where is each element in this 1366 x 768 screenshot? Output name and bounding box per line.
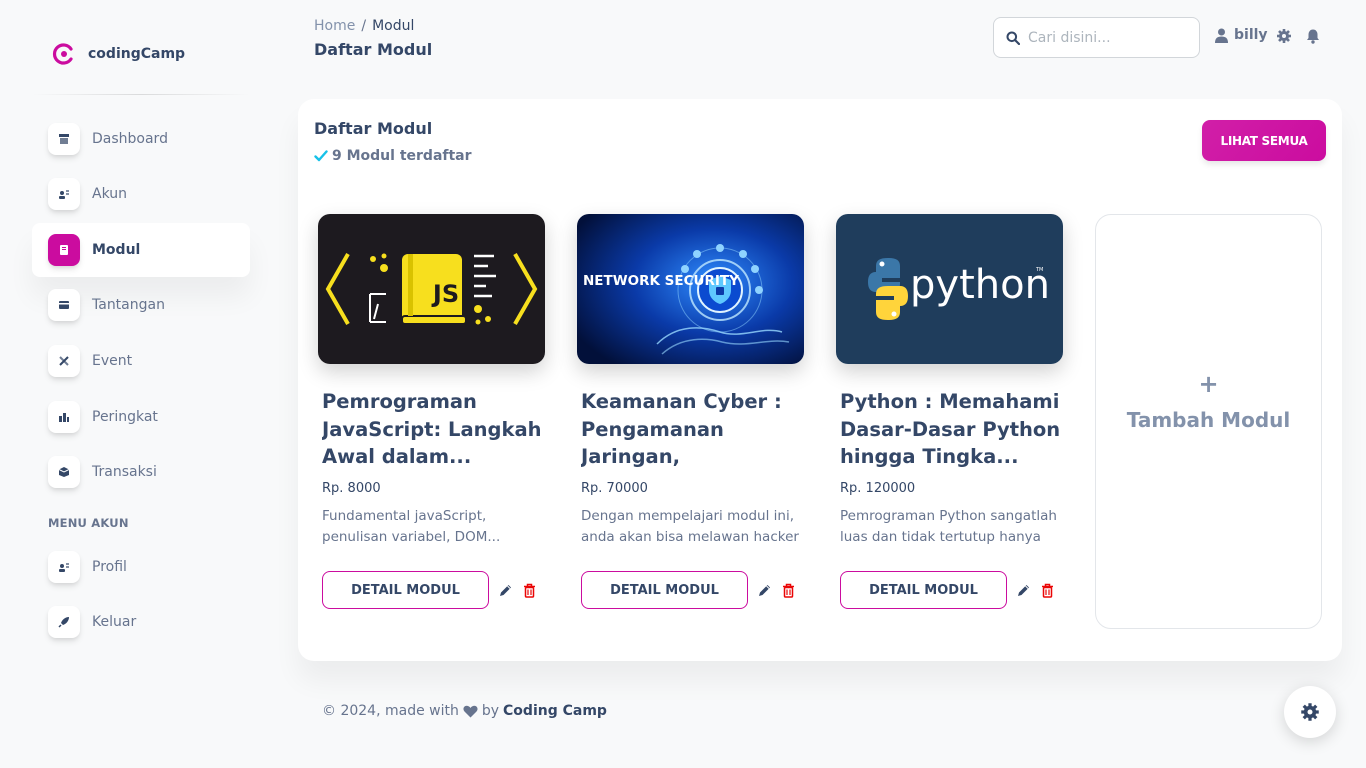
module-count: 9 Modul terdaftar bbox=[314, 148, 472, 164]
module-price: Rp. 70000 bbox=[581, 481, 648, 496]
check-icon bbox=[314, 150, 328, 162]
sidebar-item-tantangan[interactable]: Tantangan bbox=[32, 278, 250, 332]
module-description: Pemrograman Python sangatlah luas dan ti… bbox=[840, 508, 1057, 545]
user-card-icon bbox=[48, 178, 80, 210]
sidebar-item-akun[interactable]: Akun bbox=[32, 167, 250, 221]
gear-icon[interactable] bbox=[1276, 28, 1292, 44]
javascript-book-image: JS bbox=[318, 214, 545, 364]
sidebar-item-label: Modul bbox=[92, 242, 141, 258]
see-all-button[interactable]: LIHAT SEMUA bbox=[1202, 120, 1326, 161]
sidebar-item-label: Event bbox=[92, 353, 133, 369]
sidebar-item-label: Keluar bbox=[92, 614, 137, 630]
brand-logo-icon bbox=[52, 43, 73, 65]
image-python-text: python bbox=[910, 262, 1050, 308]
search-icon bbox=[1006, 31, 1020, 45]
module-actions: DETAIL MODUL bbox=[581, 571, 804, 609]
sidebar-section-heading: MENU AKUN bbox=[48, 516, 129, 530]
sidebar-item-label: Dashboard bbox=[92, 131, 168, 147]
network-security-image: NETWORK SECURITY bbox=[577, 214, 804, 364]
user-icon bbox=[1215, 28, 1228, 43]
detail-module-button[interactable]: DETAIL MODUL bbox=[840, 571, 1007, 609]
sidebar-divider bbox=[32, 94, 250, 95]
shop-icon bbox=[48, 123, 80, 155]
plus-icon: + bbox=[1198, 369, 1219, 398]
trash-icon[interactable] bbox=[781, 583, 796, 598]
username: billy bbox=[1234, 27, 1268, 43]
chart-building-icon bbox=[48, 401, 80, 433]
module-title[interactable]: Python : Memahami Dasar-Dasar Python hin… bbox=[840, 388, 1062, 471]
user-menu[interactable]: billy bbox=[1215, 27, 1268, 43]
sidebar-item-event[interactable]: Event bbox=[32, 334, 250, 388]
module-card: python TM Python : Memahami Dasar-Dasar … bbox=[836, 214, 1063, 609]
image-trademark-text: TM bbox=[1035, 267, 1043, 273]
box-icon bbox=[48, 456, 80, 488]
brand[interactable]: codingCamp bbox=[52, 42, 185, 66]
sidebar-item-dashboard[interactable]: Dashboard bbox=[32, 112, 250, 166]
sidebar-item-profil[interactable]: Profil bbox=[32, 540, 250, 594]
module-price: Rp. 120000 bbox=[840, 481, 916, 496]
module-thumbnail-python[interactable]: python TM bbox=[836, 214, 1063, 364]
module-title[interactable]: Pemrograman JavaScript: Langkah Awal dal… bbox=[322, 388, 544, 471]
module-card: NETWORK SECURITY Keamanan Cyber : Pengam… bbox=[577, 214, 804, 609]
user-card-icon bbox=[48, 551, 80, 583]
search-box[interactable] bbox=[993, 17, 1200, 58]
module-list-card: Daftar Modul 9 Modul terdaftar LIHAT SEM… bbox=[298, 99, 1342, 661]
python-logo-image: python TM bbox=[836, 214, 1063, 364]
sidebar-item-keluar[interactable]: Keluar bbox=[32, 595, 250, 649]
rocket-icon bbox=[48, 606, 80, 638]
image-js-text: JS bbox=[431, 280, 459, 308]
sidebar-item-label: Tantangan bbox=[92, 297, 165, 313]
heart-icon bbox=[463, 705, 478, 717]
bell-icon[interactable] bbox=[1305, 28, 1321, 44]
edit-pencil-icon[interactable] bbox=[498, 583, 513, 598]
add-module-card[interactable]: + Tambah Modul bbox=[1095, 214, 1322, 629]
detail-module-button[interactable]: DETAIL MODUL bbox=[322, 571, 489, 609]
edit-pencil-icon[interactable] bbox=[757, 583, 772, 598]
sidebar-item-peringkat[interactable]: Peringkat bbox=[32, 390, 250, 444]
module-actions: DETAIL MODUL bbox=[322, 571, 545, 609]
module-title[interactable]: Keamanan Cyber : Pengamanan Jaringan, Pe… bbox=[581, 388, 803, 471]
sidebar-item-label: Profil bbox=[92, 559, 127, 575]
brand-name: codingCamp bbox=[88, 46, 186, 62]
module-price: Rp. 8000 bbox=[322, 481, 381, 496]
detail-module-button[interactable]: DETAIL MODUL bbox=[581, 571, 748, 609]
credit-card-icon bbox=[48, 289, 80, 321]
image-network-security-text: NETWORK SECURITY bbox=[583, 273, 739, 289]
sidebar-item-transaksi[interactable]: Transaksi bbox=[32, 445, 250, 499]
module-description: Dengan mempelajari modul ini, anda akan … bbox=[581, 508, 799, 545]
module-actions: DETAIL MODUL bbox=[840, 571, 1063, 609]
module-thumbnail-network-security[interactable]: NETWORK SECURITY bbox=[577, 214, 804, 364]
gear-icon bbox=[1301, 703, 1319, 721]
footer-link[interactable]: Coding Camp bbox=[503, 703, 607, 719]
book-icon bbox=[48, 234, 80, 266]
sidebar-item-label: Transaksi bbox=[92, 464, 157, 480]
sidebar-item-modul[interactable]: Modul bbox=[32, 223, 250, 277]
module-thumbnail-javascript[interactable]: JS bbox=[318, 214, 545, 364]
search-input[interactable] bbox=[1028, 29, 1188, 46]
footer-by: by bbox=[481, 703, 500, 719]
breadcrumb-separator: / bbox=[361, 18, 367, 34]
sidebar-item-label: Peringkat bbox=[92, 409, 158, 425]
edit-pencil-icon[interactable] bbox=[1016, 583, 1031, 598]
trash-icon[interactable] bbox=[522, 583, 537, 598]
footer: © 2024, made with by Coding Camp bbox=[322, 703, 607, 719]
sidebar-item-label: Akun bbox=[92, 186, 127, 202]
trash-icon[interactable] bbox=[1040, 583, 1055, 598]
module-description: Fundamental javaScript, penulisan variab… bbox=[322, 508, 501, 545]
module-count-text: 9 Modul terdaftar bbox=[332, 148, 472, 164]
settings-fab[interactable] bbox=[1284, 686, 1336, 738]
breadcrumb-home[interactable]: Home bbox=[314, 18, 355, 34]
footer-copyright: © 2024, made with bbox=[322, 703, 459, 719]
breadcrumb: Home / Modul bbox=[314, 18, 414, 34]
card-title: Daftar Modul bbox=[314, 119, 433, 138]
sidebar: codingCamp Dashboard Akun Modul Tantanga… bbox=[0, 0, 280, 768]
page-title: Daftar Modul bbox=[314, 40, 433, 59]
module-card: JS Pemrograman JavaScript: Langkah Awal … bbox=[318, 214, 545, 609]
breadcrumb-current: Modul bbox=[372, 18, 415, 34]
add-module-label: Tambah Modul bbox=[1126, 407, 1291, 432]
tools-icon bbox=[48, 345, 80, 377]
